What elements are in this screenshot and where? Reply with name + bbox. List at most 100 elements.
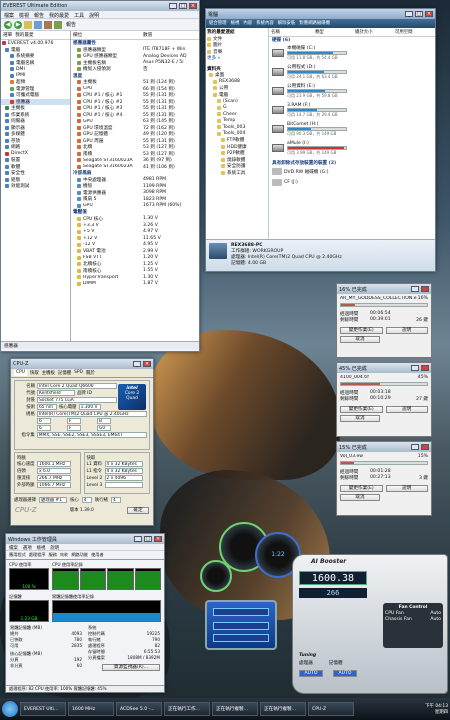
help-button[interactable]: 說明 <box>385 406 428 413</box>
minimize-button[interactable] <box>411 444 419 450</box>
cancel-button[interactable]: 取消 <box>340 336 380 343</box>
minimize-button[interactable]: _ <box>134 536 142 542</box>
taskmgr-titlebar[interactable]: Windows 工作管理員 _ □ × <box>6 534 164 544</box>
start-button[interactable] <box>2 701 18 717</box>
close-button[interactable] <box>421 444 429 450</box>
sensor-row[interactable]: 主機板名稱 Asus P5N32-E / 5i <box>71 60 199 67</box>
taskbar-button[interactable]: EVEREST Ulti... <box>20 702 66 716</box>
tab-memory[interactable]: 記憶體 <box>58 370 71 376</box>
tab-cache[interactable]: 快取 <box>30 370 39 376</box>
close-button[interactable]: × <box>425 11 433 17</box>
tab-mainboard[interactable]: 主機板 <box>42 370 55 376</box>
sensor-row[interactable]: 感應器類型 ITE IT8718F + Win <box>71 47 199 54</box>
tab-favorites[interactable]: 我的最愛 <box>15 32 33 38</box>
copy-progress-dialog[interactable]: 15% 已完成 Vol_03.ew 15% 經過時間 00:01:28 剩餘時間 00:27… <box>336 441 432 516</box>
more-link[interactable]: 更多 » <box>207 55 267 62</box>
cf-drive[interactable]: CF (J:) <box>269 177 435 188</box>
properties-button[interactable]: 內容 <box>243 20 252 27</box>
up-icon[interactable] <box>24 20 32 29</box>
aibooster-gadget[interactable]: 1:22 AI Booster 1600.38 266 Fan Control … <box>197 522 450 697</box>
menu-view[interactable]: 檢視 <box>19 12 29 19</box>
tab-spd[interactable]: SPD <box>74 370 83 376</box>
everest-titlebar[interactable]: EVEREST Ultimate Edition _ □ × <box>1 1 199 11</box>
tab-services[interactable]: 服務 <box>49 552 57 558</box>
drive-item[interactable]: 公用資料 (E:) 可用 21.9 GB，共 59.8 GB <box>269 82 435 101</box>
processor-selection-dropdown[interactable]: 處理器 #1 <box>38 497 67 503</box>
minimize-button[interactable] <box>411 286 419 292</box>
resource-monitor-button[interactable]: 資源監視器(R)... <box>102 664 160 671</box>
help-button[interactable]: 說明 <box>385 327 428 334</box>
change-operation-button[interactable]: 變更作業(E) <box>340 406 383 413</box>
copy-dialog-titlebar[interactable]: 15% 已完成 <box>337 442 431 452</box>
close-button[interactable] <box>421 365 429 371</box>
change-operation-button[interactable]: 變更作業(E) <box>340 327 383 334</box>
taskbar-button[interactable]: 正在執行工作... <box>164 702 210 716</box>
uninstall-button[interactable]: 解除安裝 <box>278 20 296 27</box>
view-button[interactable]: 檢視 <box>231 20 240 27</box>
forward-icon[interactable]: ▶ <box>14 20 22 29</box>
system-properties-button[interactable]: 系統內容 <box>256 20 274 27</box>
cpu-auto-button[interactable]: AUTO <box>299 670 323 677</box>
taskbar-button[interactable]: 正在執行複製... <box>260 702 306 716</box>
taskbar-button[interactable]: 1600 MHz <box>68 702 114 716</box>
sensor-row[interactable]: GPU 1673 RPM (60%) <box>71 203 199 210</box>
menu-tools[interactable]: 工具 <box>74 12 84 19</box>
column-free[interactable]: 可用空間 <box>395 29 413 35</box>
sensor-row[interactable]: GPU 感應器類型 Analog Devices AD <box>71 53 199 60</box>
memory-auto-button[interactable]: AUTO <box>333 670 357 677</box>
ok-button[interactable]: 確定 <box>127 506 149 514</box>
taskbar-button[interactable]: 正在執行複製... <box>212 702 258 716</box>
close-button[interactable] <box>421 286 429 292</box>
copy-dialog-titlebar[interactable]: 16% 已完成 <box>337 284 431 294</box>
maximize-button[interactable]: □ <box>179 3 187 9</box>
tree-item[interactable]: 效能測試 <box>1 183 70 190</box>
close-button[interactable]: × <box>154 536 162 542</box>
tab-networking[interactable]: 網路功能 <box>71 552 88 558</box>
change-operation-button[interactable]: 變更作業(E) <box>340 485 383 492</box>
report-button[interactable]: 報告 <box>64 21 78 28</box>
column-name[interactable]: 名稱 <box>271 29 313 35</box>
menu-file[interactable]: 檔案 <box>4 12 14 19</box>
taskbar-button[interactable]: ACDSee 5.0 -... <box>116 702 162 716</box>
user-icon[interactable] <box>44 20 52 29</box>
explorer-window[interactable]: 電腦 _ □ × 組合管理 檢視 內容 系統內容 解除安裝 對應網路磁碟機 我的… <box>205 8 436 272</box>
maximize-button[interactable]: □ <box>415 11 423 17</box>
tab-performance[interactable]: 效能 <box>59 552 69 558</box>
menu-options[interactable]: 選項 <box>23 545 32 551</box>
back-icon[interactable]: ◀ <box>4 20 12 29</box>
drive-item[interactable]: 本機磁碟 (C:) 可用 11.8 GB，共 54.4 GB <box>269 44 435 63</box>
copy-dialog-titlebar[interactable]: 45% 已完成 <box>337 363 431 373</box>
drive-item[interactable]: 3.RAM (F:) 可用 14.7 GB，共 29.4 GB <box>269 101 435 120</box>
copy-progress-dialog[interactable]: 16% 已完成 AR_MY_GODDESS_COLLECTION.e 16% 經過時間… <box>336 283 432 358</box>
minimize-button[interactable]: _ <box>133 361 141 367</box>
menu-help[interactable]: 說明 <box>50 545 59 551</box>
tab-about[interactable]: 關於 <box>86 370 95 376</box>
tab-users[interactable]: 使用者 <box>91 552 104 558</box>
column-size[interactable]: 總計大小 <box>355 29 393 35</box>
column-field[interactable]: 欄位 <box>73 32 143 38</box>
menu-view[interactable]: 檢視 <box>37 545 46 551</box>
folder-tree-item[interactable]: 系統工具 <box>207 170 267 177</box>
taskmgr-window[interactable]: Windows 工作管理員 _ □ × 檔案 選項 檢視 說明 應用程式 處理程… <box>5 533 165 693</box>
dvd-drive[interactable]: DVD RW 磁碟機 (G:) <box>269 166 435 177</box>
map-drive-button[interactable]: 對應網路磁碟機 <box>299 20 330 27</box>
menu-report[interactable]: 報告 <box>34 12 44 19</box>
cpuz-window[interactable]: CPU-Z _ × CPU 快取 主機板 記憶體 SPD 關於 名稱 Intel … <box>10 358 154 526</box>
column-value[interactable]: 數值 <box>143 32 152 38</box>
drive-item[interactable]: aMule (I:) 可用 3.99 GB，共 149 GB <box>269 139 435 158</box>
menu-file[interactable]: 檔案 <box>9 545 18 551</box>
help-button[interactable]: 說明 <box>385 485 428 492</box>
menu-help[interactable]: 說明 <box>89 12 99 19</box>
tab-processes[interactable]: 處理程序 <box>29 552 46 558</box>
refresh-icon[interactable] <box>34 20 42 29</box>
minimize-button[interactable]: _ <box>169 3 177 9</box>
chart-icon[interactable] <box>54 20 62 29</box>
minimize-button[interactable]: _ <box>405 11 413 17</box>
copy-progress-dialog[interactable]: 45% 已完成 4100_004.tif 45% 經過時間 00:03:18 剩餘時間 00… <box>336 362 432 437</box>
taskbar-button[interactable]: CPU-Z <box>308 702 354 716</box>
organize-button[interactable]: 組合管理 <box>209 20 227 27</box>
tab-cpu[interactable]: CPU <box>14 370 27 376</box>
column-type[interactable]: 類型 <box>315 29 353 35</box>
cancel-button[interactable]: 取消 <box>340 415 380 422</box>
sensor-row[interactable]: DIMM 1.87 V <box>71 281 199 288</box>
